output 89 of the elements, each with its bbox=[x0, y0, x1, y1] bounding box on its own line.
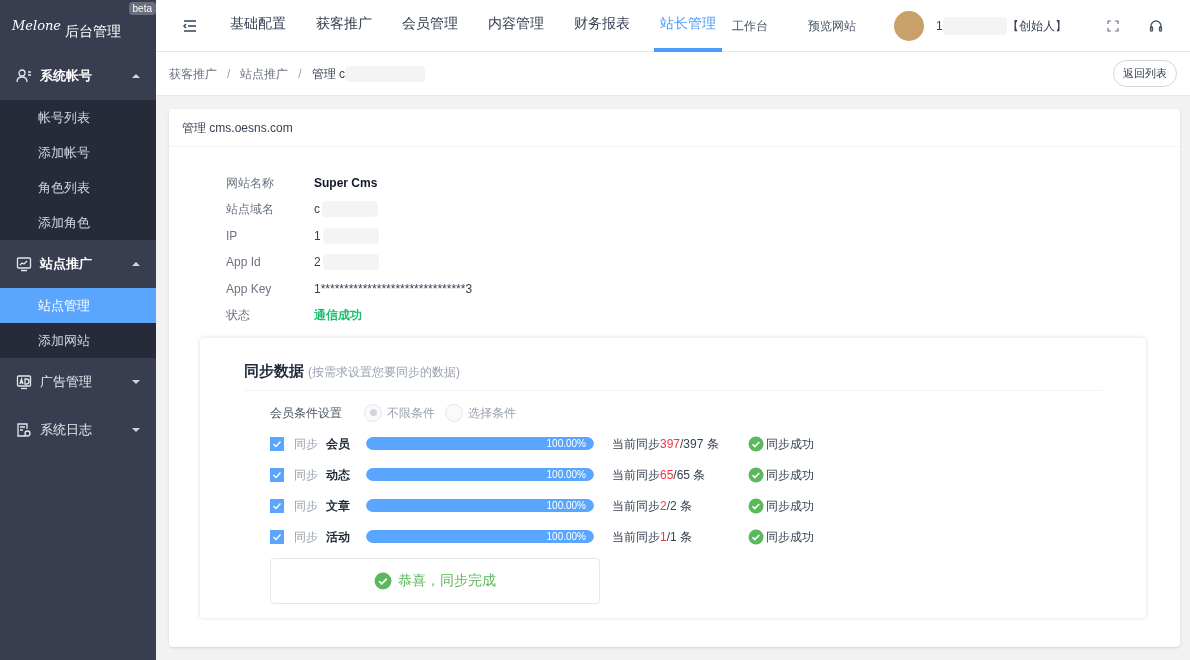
headphones-icon[interactable] bbox=[1148, 18, 1163, 33]
fullscreen-icon[interactable] bbox=[1106, 19, 1119, 32]
progress-percent: 100.00% bbox=[546, 531, 586, 542]
sync-item-name: 文章 bbox=[326, 497, 351, 515]
avatar[interactable] bbox=[894, 10, 924, 41]
field-value: 1*******************************3 bbox=[314, 280, 473, 298]
field-label: App Id bbox=[226, 254, 262, 272]
nav-tab[interactable]: 基础配置 bbox=[224, 0, 292, 52]
sidebar-item[interactable]: 添加帐号 bbox=[0, 135, 156, 170]
field-value: 2 bbox=[314, 254, 321, 272]
field-value: Super Cms bbox=[314, 174, 378, 192]
progress-percent: 100.00% bbox=[546, 500, 586, 511]
sync-count: 当前同步2/2 条 bbox=[612, 497, 694, 515]
progress-percent: 100.00% bbox=[546, 438, 586, 449]
user-name[interactable]: 1 bbox=[936, 16, 943, 35]
field-label: 网站名称 bbox=[226, 174, 275, 192]
caret-icon bbox=[132, 426, 140, 434]
caret-icon bbox=[132, 378, 140, 386]
sync-item-name: 活动 bbox=[326, 528, 351, 546]
sidebar-group[interactable]: 系统帐号 bbox=[0, 52, 156, 100]
sync-prefix: 同步 bbox=[294, 497, 318, 515]
sync-count: 当前同步397/397 条 bbox=[612, 435, 720, 453]
check-circle-icon bbox=[374, 571, 392, 590]
check-circle-icon bbox=[748, 528, 764, 545]
caret-icon bbox=[132, 260, 140, 268]
user-role: 【创始人】 bbox=[1006, 17, 1067, 35]
sync-status: 同步成功 bbox=[766, 466, 814, 484]
check-circle-icon bbox=[748, 435, 764, 452]
user-icon bbox=[16, 68, 32, 84]
sync-hint: (按需求设置您要同步的数据) bbox=[308, 364, 460, 381]
field-value: 1 bbox=[314, 227, 321, 245]
card-title: 管理 cms.oesns.com bbox=[169, 109, 1180, 147]
nav-tab[interactable]: 内容管理 bbox=[482, 0, 550, 52]
sync-count: 当前同步65/65 条 bbox=[612, 466, 707, 484]
nav-tab[interactable]: 会员管理 bbox=[396, 0, 464, 52]
sync-status: 同步成功 bbox=[766, 528, 814, 546]
chart-icon bbox=[16, 256, 32, 272]
nav-tab[interactable]: 财务报表 bbox=[568, 0, 636, 52]
back-to-list-button[interactable]: 返回列表 bbox=[1113, 60, 1177, 87]
menu-icon[interactable] bbox=[182, 17, 198, 34]
breadcrumb-item[interactable]: 获客推广 bbox=[169, 64, 217, 83]
sync-status: 同步成功 bbox=[766, 497, 814, 515]
check-icon bbox=[272, 469, 282, 480]
field-value: 通信成功 bbox=[314, 307, 362, 325]
check-icon bbox=[272, 500, 282, 511]
progress-percent: 100.00% bbox=[546, 469, 586, 480]
condition-label: 会员条件设置 bbox=[270, 404, 342, 422]
sync-prefix: 同步 bbox=[294, 466, 318, 484]
checkbox[interactable] bbox=[270, 467, 284, 482]
checkbox[interactable] bbox=[270, 529, 284, 544]
check-circle-icon bbox=[748, 497, 764, 514]
field-label: 状态 bbox=[226, 307, 251, 325]
sidebar-item[interactable]: 添加角色 bbox=[0, 205, 156, 240]
field-label: 站点域名 bbox=[226, 201, 275, 219]
sync-status: 同步成功 bbox=[766, 435, 814, 453]
sync-title: 同步数据 bbox=[244, 361, 304, 381]
sidebar-group[interactable]: 系统日志 bbox=[0, 406, 156, 454]
field-label: IP bbox=[226, 227, 239, 245]
log-icon bbox=[16, 422, 32, 438]
sync-prefix: 同步 bbox=[294, 528, 318, 546]
sidebar-item[interactable]: 帐号列表 bbox=[0, 100, 156, 135]
check-circle-icon bbox=[748, 466, 764, 483]
breadcrumb-separator: / bbox=[227, 65, 231, 83]
sidebar-item[interactable]: 角色列表 bbox=[0, 170, 156, 205]
breadcrumb-separator: / bbox=[298, 65, 302, 83]
field-value: c bbox=[314, 201, 320, 219]
checkbox[interactable] bbox=[270, 498, 284, 513]
sync-item-name: 会员 bbox=[326, 435, 351, 453]
checkbox[interactable] bbox=[270, 436, 284, 451]
sidebar-item[interactable]: 添加网站 bbox=[0, 323, 156, 358]
ad-icon bbox=[16, 374, 32, 390]
field-label: App Key bbox=[226, 280, 273, 298]
breadcrumb-item: 管理 c bbox=[311, 65, 346, 83]
result-message: 恭喜，同步完成 bbox=[398, 571, 496, 590]
nav-link[interactable]: 工作台 bbox=[732, 16, 768, 35]
brand-title: 后台管理 bbox=[65, 21, 122, 41]
beta-badge: beta bbox=[128, 2, 156, 15]
nav-tab[interactable]: 获客推广 bbox=[310, 0, 378, 52]
sync-prefix: 同步 bbox=[294, 435, 318, 453]
sidebar-group[interactable]: 广告管理 bbox=[0, 358, 156, 406]
nav-link[interactable]: 预览网站 bbox=[808, 16, 856, 35]
brand-logo: Melone bbox=[12, 17, 62, 36]
sync-count: 当前同步1/1 条 bbox=[612, 528, 694, 546]
sidebar-group[interactable]: 站点推广 bbox=[0, 240, 156, 288]
check-icon bbox=[272, 531, 282, 542]
breadcrumb-item[interactable]: 站点推广 bbox=[240, 64, 289, 83]
caret-icon bbox=[132, 72, 140, 80]
check-icon bbox=[272, 438, 282, 449]
sync-item-name: 动态 bbox=[326, 466, 351, 484]
